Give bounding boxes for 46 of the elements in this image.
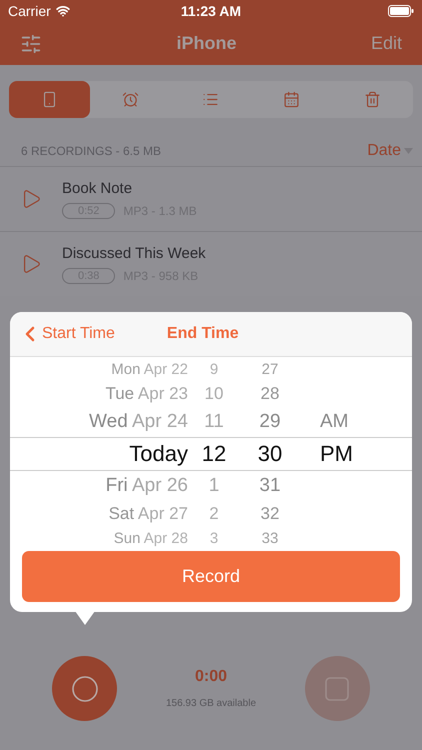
picker-minute: 30	[256, 441, 284, 467]
calendar-icon	[283, 91, 300, 108]
trash-icon	[364, 91, 382, 108]
picker-hour: 1	[208, 475, 220, 498]
date-time-picker[interactable]: Mon Apr 22 9 27 Tue Apr 23 10 28 Wed Apr 24 11 29 AM Today 12 30 PM Fri Apr 26 1 31 Sat Apr 27 2 32 Sun Apr 28 3 33	[10, 357, 412, 549]
picker-date: Mon Apr 22	[110, 361, 188, 378]
status-time: 11:23 AM	[180, 3, 242, 19]
alarm-clock-icon	[122, 91, 139, 108]
elapsed-time: 0:00	[194, 668, 227, 686]
picker-date: Fri Apr 26	[104, 475, 188, 498]
popover-title: End Time	[166, 325, 239, 343]
picker-date: Sun Apr 28	[112, 530, 188, 547]
edit-button[interactable]: Edit	[370, 33, 402, 54]
picker-minute: 32	[260, 504, 280, 524]
picker-date: Tue Apr 23	[104, 384, 188, 404]
storage-available: 156.93 GB available	[166, 698, 256, 709]
circle-icon	[72, 676, 98, 702]
picker-minute: 27	[260, 361, 280, 378]
picker-hour: 12	[200, 441, 228, 467]
picker-minute: 33	[260, 530, 280, 547]
picker-hour: 11	[203, 410, 225, 433]
picker-minute: 29	[258, 410, 282, 433]
back-button[interactable]: Start Time	[18, 322, 115, 346]
picker-date: Today	[128, 441, 188, 467]
picker-hour: 9	[208, 361, 220, 378]
picker-minute: 28	[260, 384, 280, 404]
picker-period: AM	[319, 410, 350, 433]
carrier-label: Carrier	[8, 3, 51, 19]
picker-date: Sat Apr 27	[108, 504, 188, 524]
picker-hour: 2	[208, 504, 220, 524]
sliders-icon[interactable]	[20, 32, 42, 54]
tab[interactable]	[9, 81, 90, 118]
recording-title: Book Note	[62, 180, 134, 196]
recording-title: Discussed This Week	[62, 244, 206, 262]
wifi-icon	[56, 4, 70, 18]
list-icon	[202, 91, 220, 108]
picker-date: Wed Apr 24	[88, 410, 188, 433]
battery-icon	[388, 5, 414, 17]
record-button[interactable]: Record	[22, 551, 400, 602]
picker-hour: 3	[208, 530, 220, 547]
picker-hour: 10	[204, 384, 224, 404]
sort-button[interactable]: Date	[367, 142, 413, 160]
nav-title: iPhone	[176, 33, 236, 54]
picker-minute: 31	[258, 475, 282, 498]
square-icon	[325, 676, 350, 700]
picker-period: PM	[319, 441, 354, 467]
